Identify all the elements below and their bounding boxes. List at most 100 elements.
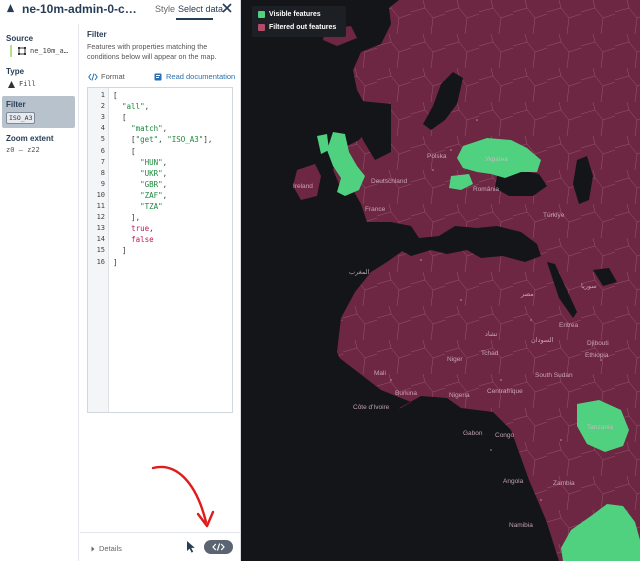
map-label-turkiye: Türkiye (543, 212, 565, 219)
code-line: false (131, 235, 154, 245)
tab-style[interactable]: Style (155, 4, 175, 14)
legend-filtered-swatch (258, 24, 265, 31)
map-label-deutschland: Deutschland (371, 178, 408, 185)
filter-title: Filter (87, 30, 107, 39)
line-number: 13 (96, 224, 105, 233)
line-number: 1 (100, 91, 105, 99)
line-number: 12 (96, 213, 105, 222)
filter-code-editor[interactable]: 1 2 3 4 5 6 7 8 9 10 11 12 13 14 15 16 [ "all", [ "matc… (87, 87, 233, 413)
code-line: "all", (122, 102, 150, 112)
map-label-ethiopia: Ethiopia (585, 352, 609, 359)
line-number: 5 (100, 135, 105, 144)
code-line: "TZA" (140, 202, 163, 211)
code-line: [ (113, 146, 136, 156)
filter-property-chip: ISO_A3 (6, 112, 36, 124)
code-view-button[interactable] (204, 540, 233, 554)
line-number: 7 (100, 157, 105, 166)
footer-divider (80, 532, 241, 533)
read-documentation-link[interactable]: Read documentation (154, 72, 235, 81)
map-label-tanzania: Tanzania (587, 424, 614, 431)
line-number: 8 (100, 168, 105, 177)
map-label-maghrib: المغرب (349, 269, 370, 276)
map-label-france: France (365, 206, 386, 213)
line-number: 6 (100, 146, 105, 155)
legend-visible-label: Visible features (269, 11, 321, 18)
source-value: ne_10m_a… (30, 47, 68, 55)
zoom-extent-value: z0 – z22 (6, 146, 40, 154)
map-label-tchad: Tchad (481, 350, 499, 357)
map-label-ireland: Ireland (293, 183, 313, 190)
close-icon[interactable] (220, 1, 234, 15)
map-label-misr: مصر (521, 291, 534, 298)
code-line: ] (113, 246, 127, 256)
code-line: true, (131, 224, 154, 234)
map-label-zambia: Zambia (553, 480, 575, 487)
legend-filtered: Filtered out features (258, 24, 336, 31)
tab-select-data[interactable]: Select data (178, 4, 223, 14)
code-icon (212, 543, 225, 551)
panel-header: ne-10m-admin-0-countrie… Style Select da… (0, 0, 241, 20)
map-label-namibia: Namibia (509, 522, 533, 529)
code-line: "match", (131, 124, 168, 134)
format-button[interactable]: Format (88, 72, 125, 81)
layer-editor-panel: ne-10m-admin-0-countrie… Style Select da… (0, 0, 241, 561)
code-line: "UKR", (140, 168, 168, 178)
line-number: 10 (96, 190, 105, 199)
code-line: "HUN", (140, 157, 168, 167)
filtered-countries (293, 0, 640, 561)
details-toggle[interactable]: Details (90, 544, 122, 553)
map-label-chad-arabic: تشاد (485, 331, 498, 338)
line-number-gutter: 1 2 3 4 5 6 7 8 9 10 11 12 13 14 15 16 (88, 88, 109, 412)
zoom-extent-label[interactable]: Zoom extent (6, 134, 54, 143)
type-value: Fill (19, 80, 36, 88)
code-line: [ (113, 91, 118, 100)
code-line: ["get", "ISO_A3"], (113, 135, 213, 145)
map-label-gabon: Gabon (463, 430, 483, 437)
legend-visible: Visible features (258, 11, 321, 18)
filter-description: Features with properties matching the co… (87, 42, 217, 61)
fill-type-icon (8, 80, 15, 88)
code-line: ], (113, 213, 141, 223)
map-shapes (293, 0, 640, 561)
layer-nav: Source ne_10m_a… Type Fill Filter ISO_A3… (0, 24, 79, 561)
map-label-sudan-arabic: السودان (531, 337, 554, 344)
line-number: 11 (96, 202, 105, 210)
map-label-mali: Mali (374, 370, 386, 377)
line-number: 3 (100, 113, 105, 122)
map-label-burkina: Burkina (395, 390, 418, 397)
code-line: "ZAF", (140, 190, 168, 200)
map-label-suria: سوريا (581, 283, 597, 290)
code-line: ] (113, 257, 118, 267)
legend-filtered-label: Filtered out features (269, 24, 337, 31)
source-indicator (10, 45, 12, 57)
map-label-centrafrique: Centrafrique (487, 388, 523, 395)
map-label-niger: Niger (447, 356, 463, 363)
map-label-djibouti: Djibouti (587, 340, 609, 347)
map-label-south-sudan: South Sudan (535, 372, 573, 379)
filter-nav-item[interactable]: Filter ISO_A3 (2, 96, 75, 128)
map-canvas[interactable]: Polska Україна Deutschland Ireland Franc… (241, 0, 640, 561)
type-item[interactable]: Fill (8, 80, 36, 88)
map-label-eritrea: Eritrea (559, 322, 579, 329)
cursor-pointer-icon[interactable] (186, 540, 196, 553)
code-line: [ (113, 113, 127, 123)
line-number: 16 (96, 257, 105, 266)
layer-title[interactable]: ne-10m-admin-0-countrie… (22, 2, 144, 16)
line-number: 4 (100, 124, 105, 133)
filter-nav-label: Filter (6, 100, 26, 109)
map-legend: Visible features Filtered out features (252, 6, 346, 37)
active-tab-indicator (176, 18, 213, 20)
source-item[interactable]: ne_10m_a… (10, 45, 68, 57)
book-icon (154, 73, 162, 80)
source-label: Source (6, 34, 34, 43)
map-label-angola: Angola (503, 478, 524, 485)
line-number: 15 (96, 246, 105, 255)
format-label: Format (101, 72, 125, 81)
map-label-ukraina: Україна (485, 156, 508, 163)
details-label: Details (99, 544, 122, 553)
code-line: "GBR", (140, 179, 168, 189)
layer-fill-icon (6, 4, 15, 13)
line-number: 9 (100, 179, 105, 188)
legend-visible-swatch (258, 11, 265, 18)
line-number: 14 (96, 235, 105, 244)
